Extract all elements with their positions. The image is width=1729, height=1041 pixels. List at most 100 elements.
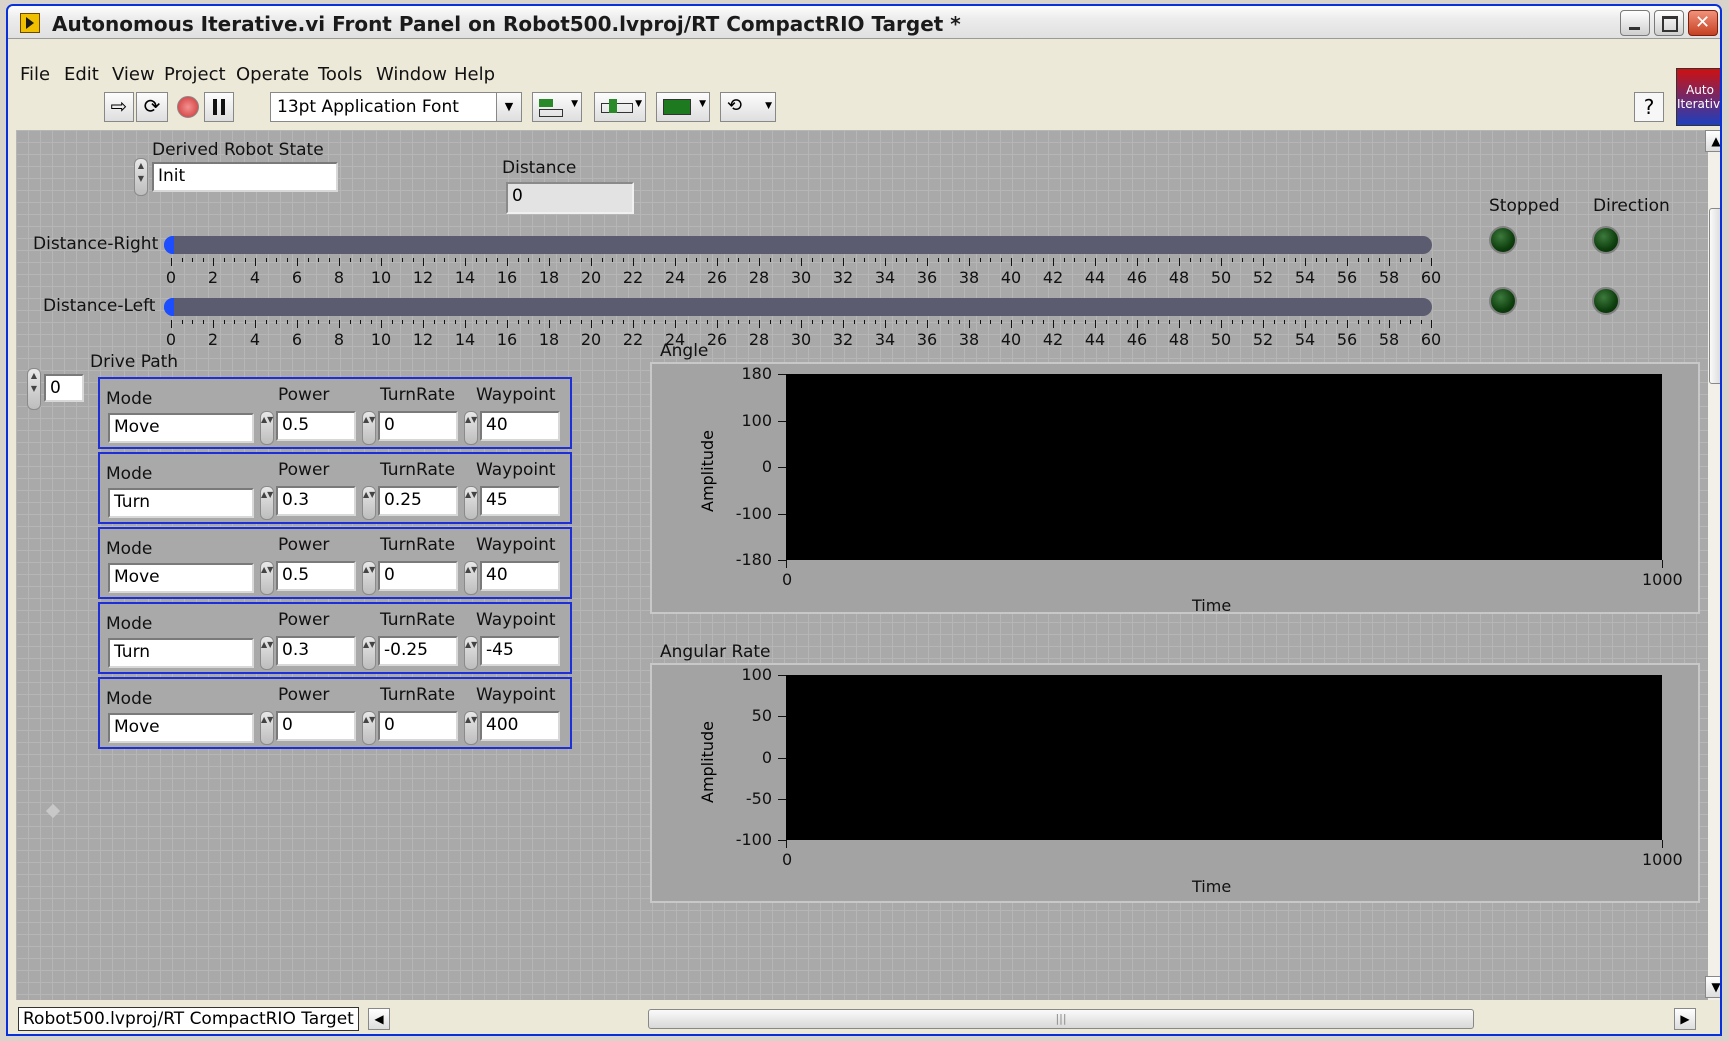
resize-objects-icon[interactable]: ▼ bbox=[656, 92, 710, 122]
menu-file[interactable]: File bbox=[20, 64, 50, 85]
power-field[interactable]: 0.5 bbox=[276, 411, 356, 441]
turnrate-field[interactable]: 0 bbox=[378, 711, 458, 741]
waypoint-stepper[interactable]: ▲▼ bbox=[464, 636, 478, 670]
array-index-stepper[interactable]: ▲ ▼ bbox=[27, 368, 41, 410]
maximize-button[interactable] bbox=[1654, 10, 1684, 36]
power-field[interactable]: 0 bbox=[276, 711, 356, 741]
derived-robot-state-field[interactable]: Init bbox=[152, 162, 338, 192]
menu-operate[interactable]: Operate bbox=[236, 64, 309, 85]
run-arrow-icon[interactable]: ⇨ bbox=[104, 92, 134, 122]
mode-field[interactable]: Move bbox=[108, 713, 254, 743]
power-stepper[interactable]: ▲▼ bbox=[260, 711, 274, 745]
title-bar[interactable]: Autonomous Iterative.vi Front Panel on R… bbox=[8, 6, 1720, 39]
menu-edit[interactable]: Edit bbox=[64, 64, 99, 85]
distribute-objects-icon[interactable]: ▼ bbox=[594, 92, 646, 122]
status-bar: Robot500.lvproj/RT CompactRIO Target ◀ |… bbox=[8, 1004, 1720, 1034]
y-tick-mark bbox=[778, 560, 786, 561]
derived-robot-state-label: Derived Robot State bbox=[152, 140, 324, 160]
scale-tick bbox=[580, 258, 582, 262]
scale-tick bbox=[412, 320, 414, 324]
execution-target[interactable]: Robot500.lvproj/RT CompactRIO Target bbox=[18, 1007, 359, 1031]
turnrate-stepper[interactable]: ▲▼ bbox=[362, 636, 376, 670]
scroll-right-icon[interactable]: ▶ bbox=[1674, 1008, 1696, 1030]
menu-window[interactable]: Window bbox=[376, 64, 447, 85]
waypoint-field[interactable]: 45 bbox=[480, 486, 560, 516]
scale-tick bbox=[1410, 258, 1411, 262]
waypoint-field[interactable]: 400 bbox=[480, 711, 560, 741]
scale-tick-label: 36 bbox=[916, 330, 938, 349]
state-ring-stepper[interactable]: ▲ ▼ bbox=[134, 158, 148, 196]
scale-tick bbox=[1252, 258, 1254, 262]
font-select[interactable]: 13pt Application Font ▼ bbox=[270, 92, 522, 122]
turnrate-field[interactable]: 0 bbox=[378, 411, 458, 441]
scroll-up-icon[interactable]: ▲ bbox=[1705, 130, 1720, 152]
array-index-field[interactable]: 0 bbox=[44, 374, 84, 402]
waypoint-field[interactable]: 40 bbox=[480, 561, 560, 591]
turnrate-field[interactable]: 0 bbox=[378, 561, 458, 591]
turnrate-field[interactable]: -0.25 bbox=[378, 636, 458, 666]
power-stepper[interactable]: ▲▼ bbox=[260, 486, 274, 520]
turnrate-field[interactable]: 0.25 bbox=[378, 486, 458, 516]
reorder-icon[interactable]: ⟲ ▼ bbox=[720, 92, 776, 122]
scale-tick bbox=[969, 258, 970, 266]
context-help-icon[interactable]: ? bbox=[1634, 92, 1664, 122]
menu-help[interactable]: Help bbox=[454, 64, 495, 85]
scroll-down-icon[interactable]: ▼ bbox=[1705, 976, 1720, 998]
horizontal-scroll-thumb[interactable]: ||| bbox=[648, 1009, 1474, 1029]
power-stepper[interactable]: ▲▼ bbox=[260, 411, 274, 445]
scale-tick bbox=[1000, 320, 1002, 324]
distance-left-slider[interactable] bbox=[164, 298, 1432, 316]
scale-tick bbox=[423, 320, 424, 328]
power-stepper[interactable]: ▲▼ bbox=[260, 636, 274, 670]
power-field[interactable]: 0.5 bbox=[276, 561, 356, 591]
turnrate-stepper[interactable]: ▲▼ bbox=[362, 711, 376, 745]
power-field[interactable]: 0.3 bbox=[276, 636, 356, 666]
waypoint-stepper[interactable]: ▲▼ bbox=[464, 711, 478, 745]
scale-tick bbox=[633, 320, 634, 328]
scale-tick bbox=[864, 320, 865, 324]
align-objects-icon[interactable]: ▼ bbox=[532, 92, 582, 122]
scale-tick bbox=[969, 320, 970, 328]
mode-field[interactable]: Turn bbox=[108, 488, 254, 518]
angle-chart[interactable]: Amplitude Time 180 100 0 -100 -180 0 1000 bbox=[650, 362, 1700, 615]
close-button[interactable] bbox=[1688, 10, 1718, 36]
menu-tools[interactable]: Tools bbox=[318, 64, 362, 85]
rate-plot-area[interactable] bbox=[786, 675, 1662, 840]
scale-tick bbox=[727, 258, 729, 262]
scale-tick bbox=[822, 258, 823, 262]
scale-tick bbox=[1011, 320, 1012, 328]
distance-right-slider[interactable] bbox=[164, 236, 1432, 254]
vertical-scrollbar[interactable]: ▲ ▼ bbox=[1705, 130, 1720, 1000]
scale-tick bbox=[885, 258, 886, 266]
angle-plot-area[interactable] bbox=[786, 374, 1662, 560]
waypoint-field[interactable]: -45 bbox=[480, 636, 560, 666]
scale-tick bbox=[549, 258, 550, 266]
vertical-scroll-thumb[interactable] bbox=[1709, 208, 1720, 384]
scroll-left-icon[interactable]: ◀ bbox=[368, 1008, 390, 1030]
scale-tick bbox=[454, 258, 456, 262]
power-stepper[interactable]: ▲▼ bbox=[260, 561, 274, 595]
mode-field[interactable]: Turn bbox=[108, 638, 254, 668]
abort-execution-icon[interactable] bbox=[172, 92, 202, 122]
turnrate-stepper[interactable]: ▲▼ bbox=[362, 561, 376, 595]
run-continuously-icon[interactable]: ⟳ bbox=[136, 92, 168, 122]
waypoint-stepper[interactable]: ▲▼ bbox=[464, 411, 478, 445]
scale-tick bbox=[1431, 320, 1432, 328]
minimize-button[interactable] bbox=[1620, 10, 1650, 36]
pause-icon[interactable] bbox=[204, 92, 234, 122]
turnrate-stepper[interactable]: ▲▼ bbox=[362, 411, 376, 445]
waypoint-stepper[interactable]: ▲▼ bbox=[464, 486, 478, 520]
scale-tick bbox=[591, 258, 592, 266]
waypoint-stepper[interactable]: ▲▼ bbox=[464, 561, 478, 595]
mode-field[interactable]: Move bbox=[108, 563, 254, 593]
menu-project[interactable]: Project bbox=[164, 64, 226, 85]
waypoint-field[interactable]: 40 bbox=[480, 411, 560, 441]
power-field[interactable]: 0.3 bbox=[276, 486, 356, 516]
menu-view[interactable]: View bbox=[112, 64, 155, 85]
scale-tick bbox=[601, 258, 603, 262]
mode-field[interactable]: Move bbox=[108, 413, 254, 443]
angular-rate-chart[interactable]: Amplitude Time 100 50 0 -50 -100 0 1000 bbox=[650, 663, 1700, 903]
turnrate-stepper[interactable]: ▲▼ bbox=[362, 486, 376, 520]
power-label: Power bbox=[278, 460, 330, 480]
scale-tick bbox=[307, 258, 309, 262]
